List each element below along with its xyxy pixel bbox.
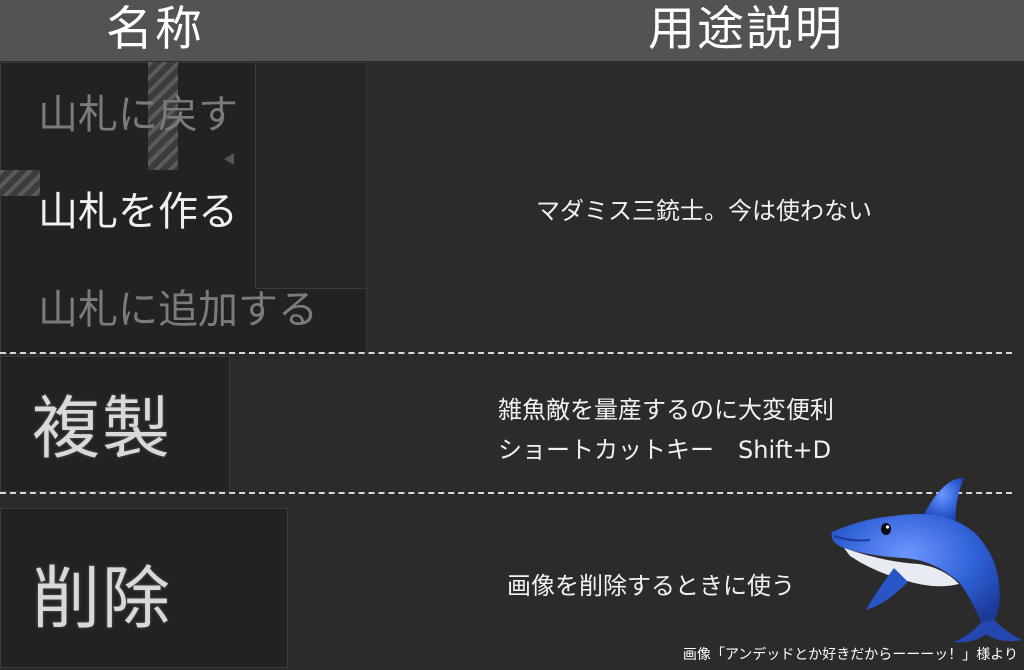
duplicate-menu-item[interactable]: 複製 [32, 390, 172, 470]
dolphin-icon [831, 477, 1022, 643]
description-column-heading: 用途説明 [648, 2, 844, 57]
row-divider [0, 352, 1012, 354]
menu-item-return-to-deck[interactable]: 山札に戻す [38, 91, 238, 139]
striped-bar [0, 170, 40, 196]
delete-menu-item[interactable]: 削除 [32, 560, 172, 640]
background-panel [255, 62, 367, 289]
duplicate-description-line1: 雑魚敵を量産するのに大変便利 [498, 396, 834, 424]
image-credit: 画像「アンデッドとか好きだからーーーッ！」様より [682, 647, 1018, 663]
menu-item-add-to-deck[interactable]: 山札に追加する [38, 286, 318, 334]
deck-menu-description: マダミス三銃士。今は使わない [536, 197, 872, 225]
name-column-heading: 名称 [106, 2, 204, 57]
table-header: 名称 用途説明 [0, 0, 1024, 61]
delete-description: 画像を削除するときに使う [507, 572, 795, 600]
collapse-arrow-icon [224, 153, 234, 165]
menu-item-create-deck[interactable]: 山札を作る [38, 188, 238, 236]
duplicate-description-line2: ショートカットキー Shift+D [498, 436, 832, 464]
